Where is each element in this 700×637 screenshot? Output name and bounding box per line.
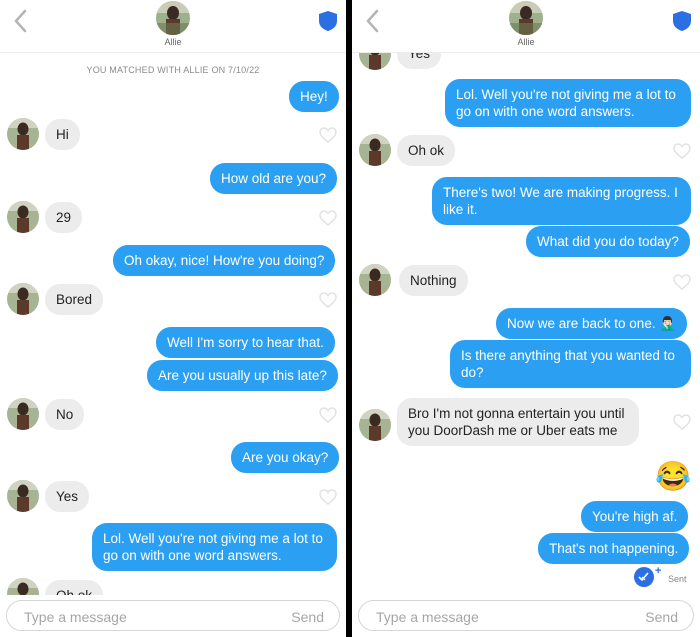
message-placeholder: Type a message bbox=[376, 609, 479, 625]
message-outgoing: That's not happening. bbox=[538, 533, 690, 564]
plus-icon: + bbox=[655, 565, 662, 577]
message-incoming: Oh ok bbox=[397, 135, 456, 166]
message-outgoing: Are you okay? bbox=[231, 442, 340, 473]
message-outgoing: Is there anything that you wanted to do? bbox=[450, 340, 691, 388]
message-outgoing: Well I'm sorry to hear that. bbox=[156, 327, 335, 358]
heart-icon[interactable] bbox=[319, 292, 337, 308]
avatar[interactable] bbox=[7, 201, 39, 233]
message-input[interactable]: Type a message Send bbox=[358, 600, 694, 631]
contact-name[interactable]: Allie bbox=[352, 37, 700, 47]
composer: Type a message Send bbox=[0, 595, 346, 637]
message-incoming: No bbox=[45, 399, 85, 430]
contact-avatar[interactable] bbox=[509, 1, 543, 35]
sent-status: Sent bbox=[668, 574, 687, 584]
heart-icon[interactable] bbox=[319, 210, 337, 226]
message-outgoing: Lol. Well you're not giving me a lot to … bbox=[92, 523, 337, 571]
avatar[interactable] bbox=[359, 409, 391, 441]
heart-icon[interactable] bbox=[319, 489, 337, 505]
composer: Type a message Send bbox=[352, 595, 700, 637]
chat-panel-right: Allie Yes Lol. Well you're not giving me… bbox=[352, 0, 700, 637]
message-input[interactable]: Type a message Send bbox=[6, 600, 340, 631]
message-outgoing: There's two! We are making progress. I l… bbox=[432, 177, 691, 225]
back-arrow-icon[interactable] bbox=[10, 8, 32, 34]
message-outgoing: You're high af. bbox=[581, 501, 689, 532]
message-outgoing: Are you usually up this late? bbox=[147, 360, 338, 391]
heart-icon[interactable] bbox=[319, 407, 337, 423]
message-outgoing: Hey! bbox=[289, 81, 339, 112]
chat-header: Allie bbox=[352, 0, 700, 53]
message-outgoing: Lol. Well you're not giving me a lot to … bbox=[445, 79, 691, 127]
avatar[interactable] bbox=[7, 118, 39, 150]
chat-header: Allie bbox=[0, 0, 346, 53]
emoji-message: 😂 bbox=[655, 461, 692, 493]
message-incoming: Hi bbox=[45, 119, 80, 150]
message-incoming: 29 bbox=[45, 202, 83, 233]
shield-icon[interactable] bbox=[318, 10, 338, 32]
message-incoming: Bro I'm not gonna entertain you until yo… bbox=[397, 398, 639, 446]
back-arrow-icon[interactable] bbox=[362, 8, 384, 34]
message-outgoing: Now we are back to one. 🤦🏻‍♂️ bbox=[496, 308, 688, 339]
contact-name[interactable]: Allie bbox=[0, 37, 346, 47]
message-outgoing: How old are you? bbox=[210, 163, 338, 194]
heart-icon[interactable] bbox=[673, 274, 691, 290]
message-incoming: Bored bbox=[45, 284, 104, 315]
message-outgoing: What did you do today? bbox=[526, 226, 690, 257]
heart-icon[interactable] bbox=[673, 414, 691, 430]
avatar[interactable] bbox=[7, 398, 39, 430]
match-date-label: YOU MATCHED WITH ALLIE ON 7/10/22 bbox=[86, 65, 260, 75]
message-outgoing: Oh okay, nice! How're you doing? bbox=[113, 245, 336, 276]
avatar[interactable] bbox=[7, 480, 39, 512]
avatar[interactable] bbox=[359, 264, 391, 296]
heart-icon[interactable] bbox=[319, 127, 337, 143]
read-receipt-icon bbox=[634, 567, 654, 587]
send-button[interactable]: Send bbox=[645, 609, 678, 625]
message-placeholder: Type a message bbox=[24, 609, 127, 625]
chat-panel-left: Allie YOU MATCHED WITH ALLIE ON 7/10/22 … bbox=[0, 0, 346, 637]
avatar[interactable] bbox=[359, 134, 391, 166]
contact-avatar[interactable] bbox=[156, 1, 190, 35]
message-incoming: Nothing bbox=[399, 265, 468, 296]
heart-icon[interactable] bbox=[673, 143, 691, 159]
shield-icon[interactable] bbox=[672, 10, 692, 32]
avatar[interactable] bbox=[7, 283, 39, 315]
send-button[interactable]: Send bbox=[291, 609, 324, 625]
message-incoming: Yes bbox=[45, 481, 90, 512]
